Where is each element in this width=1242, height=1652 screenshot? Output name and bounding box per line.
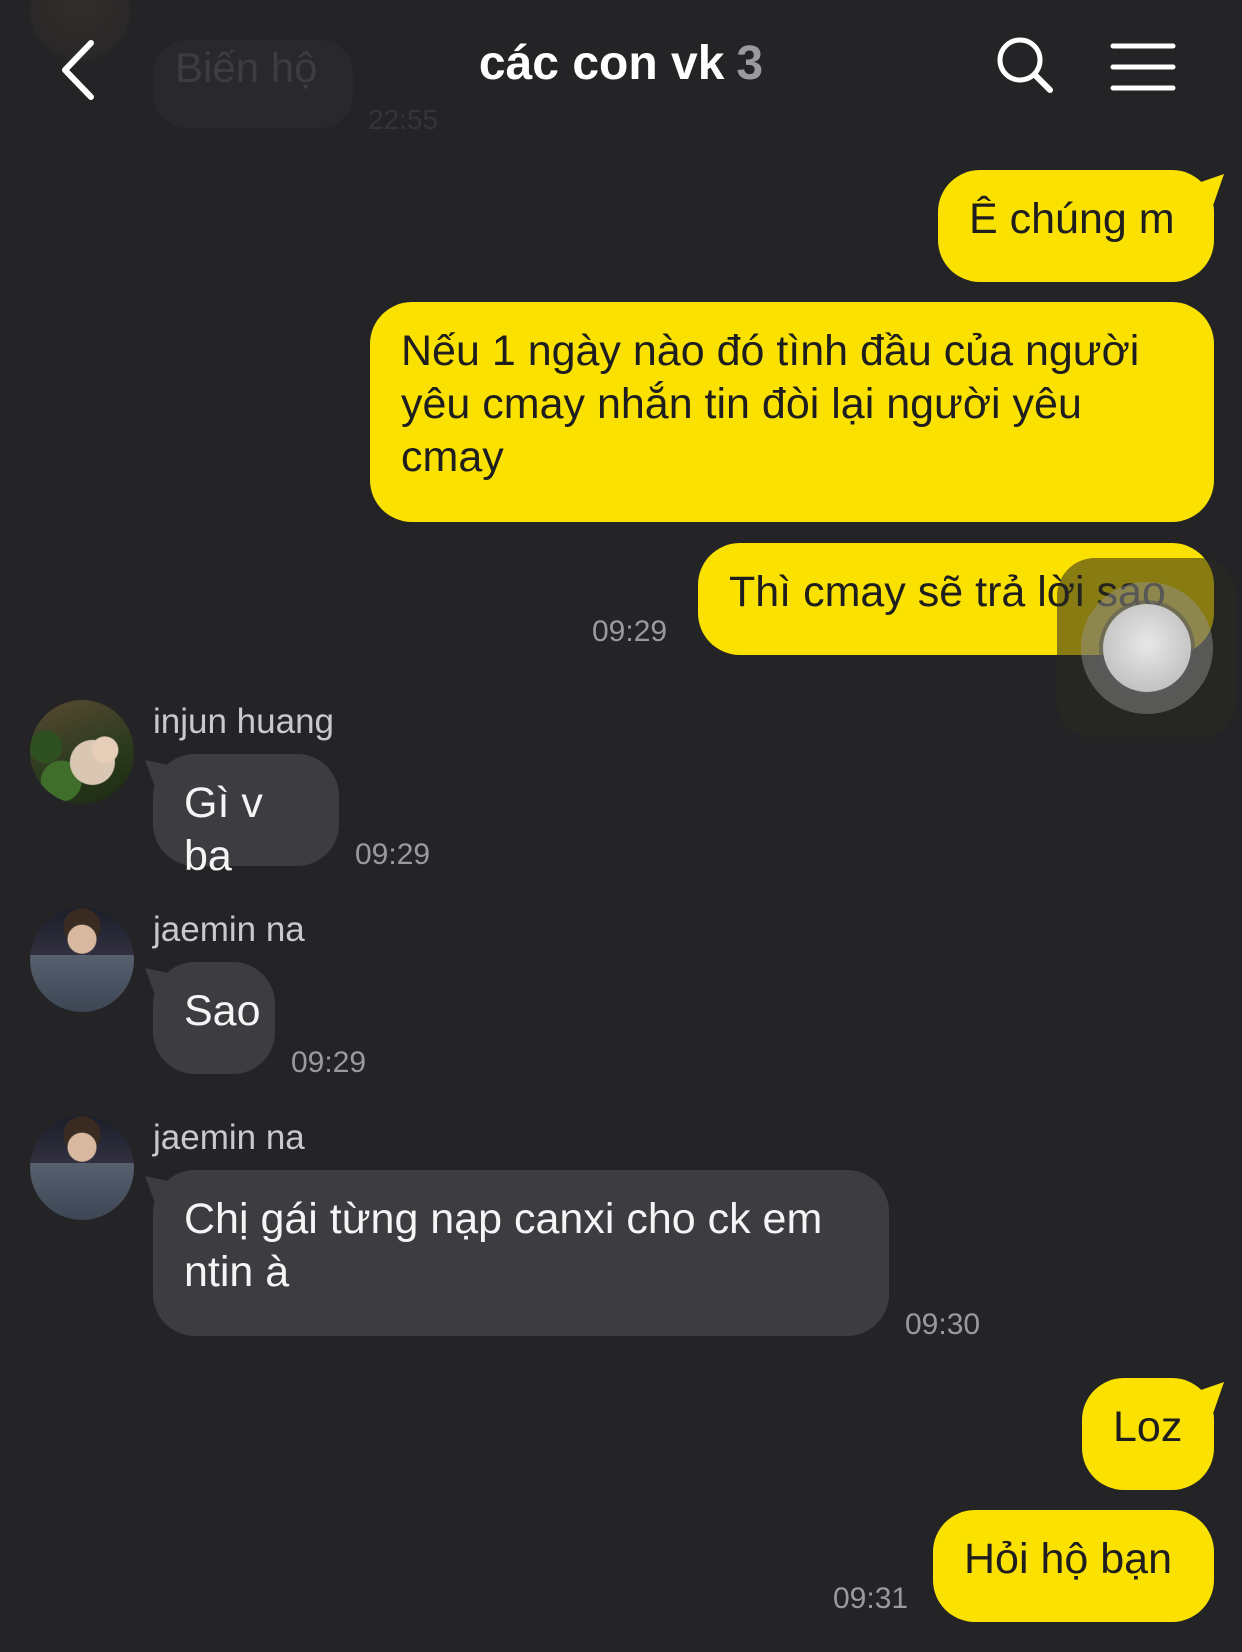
outgoing-message[interactable]: Nếu 1 ngày nào đó tình đầu của người yêu… [370,302,1214,522]
message-time: 09:31 [833,1582,909,1615]
message-text: Gì v ba [184,779,263,880]
sender-name: jaemin na [153,1118,305,1157]
message-text: Sao [184,987,261,1035]
outgoing-message[interactable]: Loz [1082,1378,1214,1490]
incoming-message[interactable]: Sao [153,962,275,1074]
avatar-injun-huang[interactable] [30,700,134,804]
incoming-message[interactable]: Gì v ba [153,754,339,880]
assistive-touch-button[interactable] [1057,558,1237,738]
message-text: Chị gái từng nạp canxi cho ck em ntin à [184,1195,823,1296]
message-time: 09:29 [592,615,668,648]
message-time: 09:29 [291,1046,367,1079]
message-text: Loz [1113,1403,1183,1451]
chat-header: các con vk 3 [0,0,1242,140]
message-text: Hỏi hộ bạn [964,1535,1172,1583]
outgoing-message[interactable]: Ê chúng m [938,170,1214,282]
menu-icon [1110,43,1176,91]
assistive-touch-icon [1103,604,1191,692]
message-time: 09:30 [905,1308,981,1341]
outgoing-message[interactable]: Hỏi hộ bạn [933,1510,1214,1622]
message-text: Nếu 1 ngày nào đó tình đầu của người yêu… [401,327,1140,481]
message-text: Ê chúng m [969,195,1175,243]
avatar-jaemin-na[interactable] [30,1116,134,1220]
avatar-jaemin-na[interactable] [30,908,134,1012]
chat-name: các con vk [478,37,725,90]
member-count: 3 [736,37,764,90]
sender-name: jaemin na [153,910,305,949]
chat-title: các con vk 3 [0,36,1242,91]
sender-name: injun huang [153,702,334,741]
menu-button[interactable] [1110,42,1176,92]
message-time: 09:29 [355,838,431,871]
incoming-message[interactable]: Chị gái từng nạp canxi cho ck em ntin à [153,1170,889,1336]
search-icon [997,37,1053,93]
search-button[interactable] [995,35,1055,95]
